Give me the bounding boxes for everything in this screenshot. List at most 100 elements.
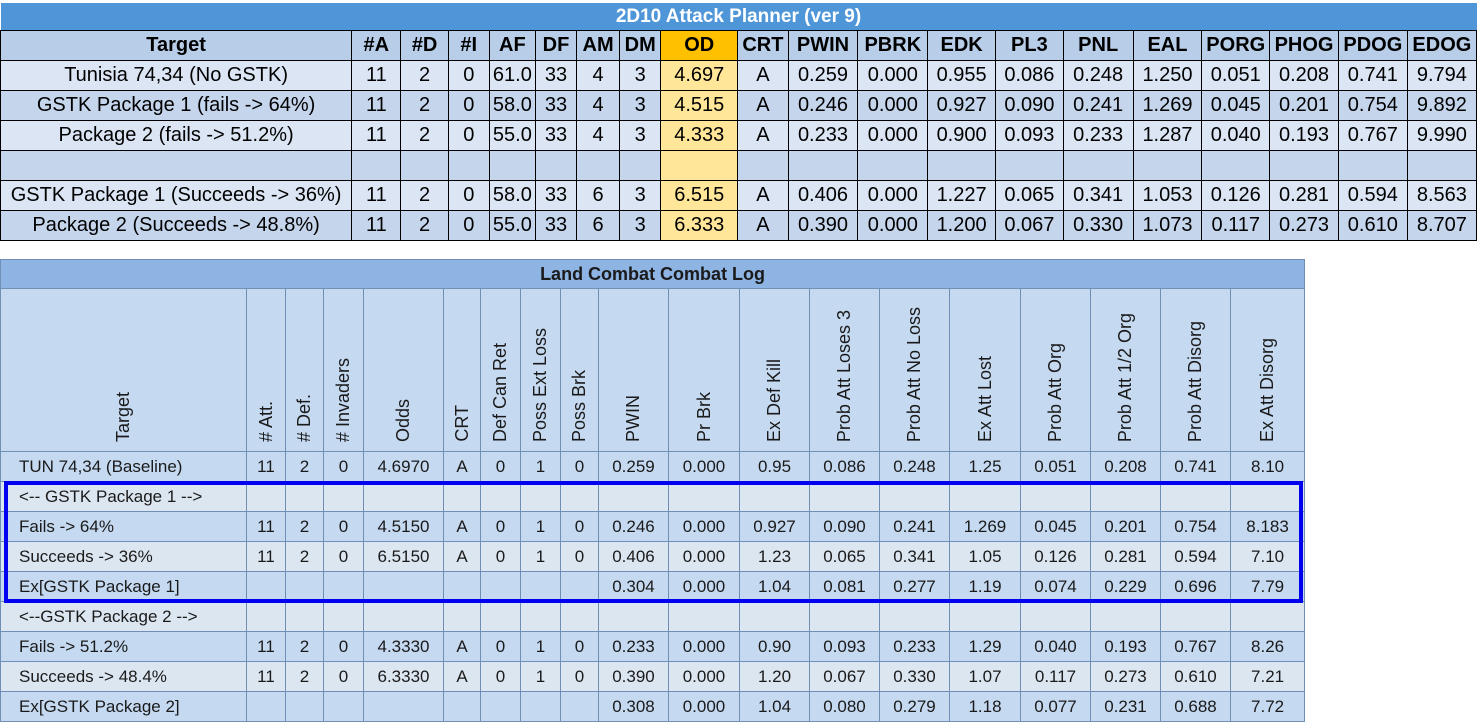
log-cell-ex-att-lost [949, 481, 1021, 512]
log-cell-prob-att-org: 0.045 [1020, 511, 1091, 542]
planner-header-dm: DM [619, 30, 662, 61]
planner-cell-od: 6.515 [660, 180, 739, 211]
planner-cell-eal: 1.287 [1132, 120, 1203, 151]
planner-cell-i [447, 150, 490, 181]
log-cell-prob-att-1-2-org: 0.281 [1090, 541, 1161, 572]
log-cell-pr-brk: 0.000 [668, 571, 740, 602]
log-cell-prob-att-org: 0.074 [1020, 571, 1091, 602]
log-cell-def-can-ret: 0 [480, 631, 521, 662]
log-cell-crt [443, 481, 481, 512]
log-cell-def [285, 601, 324, 632]
log-cell-invaders: 0 [323, 451, 364, 482]
log-cell-crt: A [443, 661, 481, 692]
planner-cell-crt: A [737, 120, 789, 151]
planner-cell-am: 6 [576, 210, 621, 241]
log-cell-prob-att-disorg: 0.594 [1160, 541, 1231, 572]
planner-header-row: Target #A #D #I AF DF AM DM OD CRT PWIN PBRK EDK PL3 P… [0, 30, 1477, 61]
log-cell-poss-ext-loss: 1 [520, 451, 561, 482]
planner-header-target: Target [0, 30, 353, 61]
planner-cell-a: 11 [351, 90, 402, 121]
planner-row: GSTK Package 1 (Succeeds -> 36%) 11 2 0 58.0… [0, 180, 1477, 211]
log-header-label: # Att. [255, 400, 276, 442]
planner-cell-od [660, 150, 739, 181]
log-cell-pwin: 0.390 [598, 661, 669, 692]
planner-cell-dm: 3 [619, 120, 662, 151]
log-header-label: Poss Brk [569, 369, 589, 442]
log-header-def-can-ret: Def Can Ret [480, 288, 521, 452]
log-cell-prob-att-disorg: 0.610 [1160, 661, 1231, 692]
log-cell-ex-def-kill: 0.95 [739, 451, 810, 482]
planner-row: GSTK Package 1 (fails -> 64%) 11 2 0 58.0 33 4… [0, 90, 1477, 121]
log-cell-pr-brk [668, 601, 740, 632]
log-row: Fails -> 64% 11 2 0 4.5150 A 0 1 0 0.246 0.000 0.92… [0, 511, 1306, 542]
log-header-att: # Att. [246, 288, 286, 452]
planner-row: Tunisia 74,34 (No GSTK) 11 2 0 61.0 33 4 3 4.697… [0, 60, 1477, 91]
log-cell-ex-att-lost [949, 601, 1021, 632]
log-cell-poss-brk [560, 571, 599, 602]
log-header-label: Prob Att No Loss [904, 306, 924, 442]
planner-cell-af: 55.0 [488, 210, 536, 241]
planner-cell-pl3: 0.086 [994, 60, 1064, 91]
planner-cell-a [351, 150, 402, 181]
log-cell-prob-att-loses-3: 0.080 [809, 691, 880, 722]
log-header-poss-brk: Poss Brk [560, 288, 599, 452]
log-cell-att [246, 571, 286, 602]
log-cell-prob-att-disorg: 0.767 [1160, 631, 1231, 662]
planner-cell-i: 0 [447, 120, 490, 151]
log-cell-ex-att-lost: 1.25 [949, 451, 1021, 482]
log-cell-prob-att-disorg: 0.696 [1160, 571, 1231, 602]
planner-cell-edog: 8.563 [1406, 180, 1477, 211]
log-header-label: Prob Att Loses 3 [834, 309, 854, 442]
log-cell-prob-att-1-2-org: 0.193 [1090, 631, 1161, 662]
planner-cell-pl3: 0.093 [994, 120, 1064, 151]
planner-cell-od: 4.515 [660, 90, 739, 121]
log-cell-prob-att-loses-3: 0.081 [809, 571, 880, 602]
planner-cell-porg: 0.117 [1201, 210, 1271, 241]
planner-cell-edk: 1.227 [927, 180, 996, 211]
log-cell-target: Ex[GSTK Package 2] [0, 691, 247, 722]
log-cell-crt: A [443, 631, 481, 662]
log-cell-ex-att-lost: 1.07 [949, 661, 1021, 692]
log-cell-pr-brk [668, 481, 740, 512]
log-cell-ex-att-disorg: 8.183 [1229, 511, 1306, 542]
planner-cell-pdog: 0.741 [1337, 60, 1408, 91]
planner-cell-df: 33 [534, 210, 578, 241]
planner-cell-edog: 8.707 [1406, 210, 1477, 241]
planner-cell-edk: 0.955 [927, 60, 996, 91]
planner-cell-am: 6 [576, 180, 621, 211]
planner-cell-eal: 1.053 [1132, 180, 1203, 211]
log-cell-crt [443, 691, 481, 722]
log-cell-def-can-ret [480, 601, 521, 632]
log-cell-def-can-ret: 0 [480, 541, 521, 572]
log-cell-target: Succeeds -> 48.4% [0, 661, 247, 692]
planner-cell-d: 2 [400, 90, 449, 121]
planner-cell-pl3: 0.065 [994, 180, 1064, 211]
log-header-label: Def Can Ret [490, 342, 510, 442]
log-cell-prob-att-1-2-org: 0.201 [1090, 511, 1161, 542]
log-cell-ex-att-disorg: 7.72 [1229, 691, 1306, 722]
log-cell-att: 11 [246, 541, 286, 572]
planner-cell-edog [1406, 150, 1477, 181]
log-cell-invaders [323, 691, 364, 722]
log-cell-pwin: 0.308 [598, 691, 669, 722]
log-header-ex-att-lost: Ex Att Lost [949, 288, 1021, 452]
planner-row: Package 2 (fails -> 51.2%) 11 2 0 55.0 33 4 3 4.… [0, 120, 1477, 151]
planner-row [0, 150, 1477, 181]
log-cell-poss-ext-loss [520, 691, 561, 722]
log-cell-prob-att-loses-3: 0.093 [809, 631, 880, 662]
log-cell-def-can-ret [480, 571, 521, 602]
log-cell-ex-def-kill: 1.04 [739, 571, 810, 602]
planner-cell-pdog: 0.767 [1337, 120, 1408, 151]
log-cell-invaders: 0 [323, 541, 364, 572]
planner-cell-pwin: 0.259 [787, 60, 859, 91]
log-cell-prob-att-loses-3 [809, 481, 880, 512]
planner-cell-od: 4.333 [660, 120, 739, 151]
planner-cell-i: 0 [447, 210, 490, 241]
planner-cell-pbrk: 0.000 [857, 120, 929, 151]
log-header-label: Prob Att Org [1045, 342, 1065, 442]
log-header-label: Ex Att Disorg [1257, 337, 1278, 442]
log-cell-def: 2 [285, 511, 324, 542]
planner-header-df: DF [534, 30, 578, 61]
log-header-label: Poss Ext Loss [530, 327, 550, 442]
log-cell-att [246, 691, 286, 722]
